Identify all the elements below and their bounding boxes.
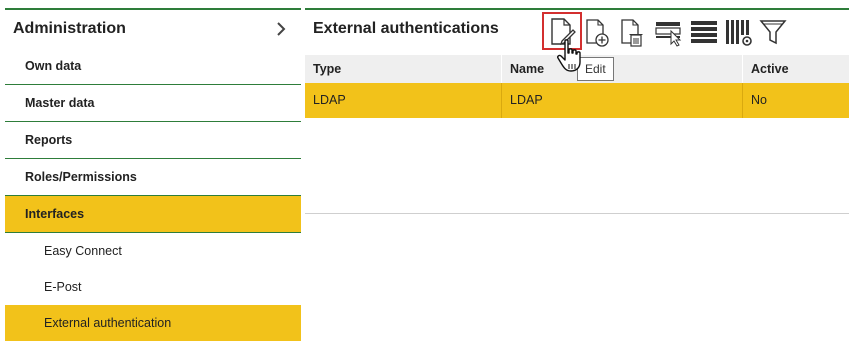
- nav-item-reports[interactable]: Reports: [5, 122, 301, 159]
- sub-item-external-authentication[interactable]: External authentication: [5, 305, 301, 341]
- cell-type: LDAP: [313, 93, 346, 107]
- column-header-type[interactable]: Type: [305, 55, 501, 83]
- select-row-button[interactable]: [652, 15, 686, 49]
- column-header-active[interactable]: Active: [742, 55, 849, 83]
- table-bottom-divider: [305, 213, 849, 214]
- add-document-icon: [586, 19, 609, 47]
- delete-button[interactable]: [617, 15, 651, 49]
- select-row-icon: [655, 22, 682, 47]
- filter-icon: [759, 20, 787, 45]
- sidebar-header[interactable]: Administration: [5, 8, 301, 48]
- nav-item-roles-permissions[interactable]: Roles/Permissions: [5, 159, 301, 196]
- list-view-icon: [691, 21, 717, 43]
- sidebar: Administration Own data Master data Repo…: [5, 8, 301, 344]
- sidebar-title: Administration: [13, 20, 126, 37]
- column-header-name[interactable]: Name: [501, 55, 742, 83]
- list-view-button[interactable]: [687, 15, 721, 49]
- nav-item-master-data[interactable]: Master data: [5, 85, 301, 122]
- hand-cursor-icon: [557, 39, 581, 72]
- delete-document-icon: [621, 19, 643, 47]
- column-settings-icon: [726, 20, 752, 46]
- table-row[interactable]: LDAP LDAP No: [305, 83, 849, 118]
- nav-item-own-data[interactable]: Own data: [5, 48, 301, 85]
- sub-item-e-post[interactable]: E-Post: [5, 269, 301, 305]
- cell-active: No: [742, 83, 849, 118]
- filter-button[interactable]: [757, 15, 791, 49]
- nav-item-interfaces[interactable]: Interfaces: [5, 196, 301, 233]
- column-settings-button[interactable]: [722, 15, 756, 49]
- add-button[interactable]: [582, 15, 616, 49]
- page-title: External authentications: [313, 20, 499, 37]
- chevron-right-icon[interactable]: [275, 21, 287, 37]
- sub-item-easy-connect[interactable]: Easy Connect: [5, 233, 301, 269]
- cell-name: LDAP: [501, 83, 742, 118]
